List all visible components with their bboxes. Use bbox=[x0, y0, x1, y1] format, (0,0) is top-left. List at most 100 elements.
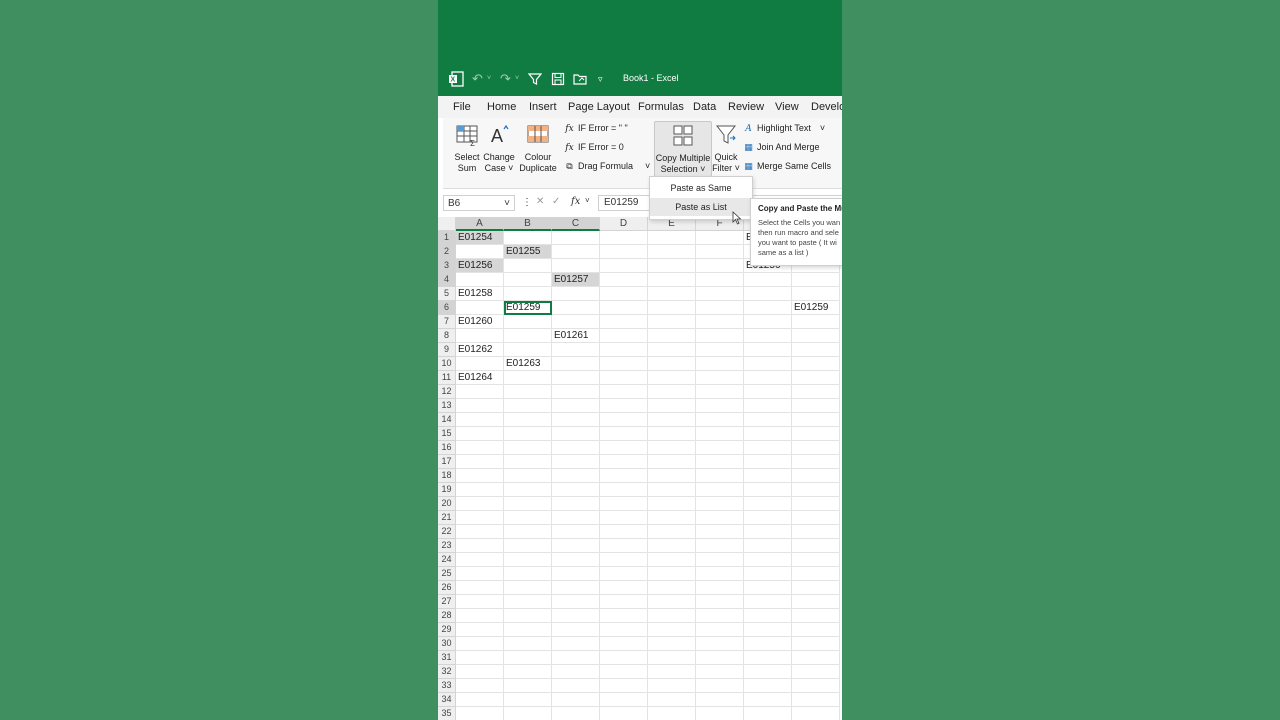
cell-h7[interactable] bbox=[792, 315, 840, 329]
cell-f32[interactable] bbox=[696, 665, 744, 679]
row-header-1[interactable]: 1 bbox=[438, 231, 456, 245]
cell-f16[interactable] bbox=[696, 441, 744, 455]
cell-b11[interactable] bbox=[504, 371, 552, 385]
cell-a13[interactable] bbox=[456, 399, 504, 413]
cell-h14[interactable] bbox=[792, 413, 840, 427]
cell-b34[interactable] bbox=[504, 693, 552, 707]
cell-c33[interactable] bbox=[552, 679, 600, 693]
change-case-button[interactable]: A Change Case ˅ bbox=[483, 122, 515, 174]
cell-e20[interactable] bbox=[648, 497, 696, 511]
cell-d34[interactable] bbox=[600, 693, 648, 707]
cell-d15[interactable] bbox=[600, 427, 648, 441]
cell-d27[interactable] bbox=[600, 595, 648, 609]
cell-f4[interactable] bbox=[696, 273, 744, 287]
cell-f19[interactable] bbox=[696, 483, 744, 497]
cell-a6[interactable] bbox=[456, 301, 504, 315]
cell-d11[interactable] bbox=[600, 371, 648, 385]
cell-g19[interactable] bbox=[744, 483, 792, 497]
cell-b8[interactable] bbox=[504, 329, 552, 343]
cell-f6[interactable] bbox=[696, 301, 744, 315]
cell-h17[interactable] bbox=[792, 455, 840, 469]
cell-f30[interactable] bbox=[696, 637, 744, 651]
copy-multiple-selection-button[interactable]: Copy Multiple Selection ˅ bbox=[654, 121, 712, 177]
cell-g17[interactable] bbox=[744, 455, 792, 469]
name-box[interactable]: B6 ˅ bbox=[443, 195, 515, 211]
cell-g15[interactable] bbox=[744, 427, 792, 441]
cell-g9[interactable] bbox=[744, 343, 792, 357]
cell-g34[interactable] bbox=[744, 693, 792, 707]
merge-same-cells-button[interactable]: ▦ Merge Same Cells bbox=[742, 161, 831, 172]
cell-f11[interactable] bbox=[696, 371, 744, 385]
cell-e12[interactable] bbox=[648, 385, 696, 399]
cell-g21[interactable] bbox=[744, 511, 792, 525]
cell-e14[interactable] bbox=[648, 413, 696, 427]
cell-g12[interactable] bbox=[744, 385, 792, 399]
row-header-24[interactable]: 24 bbox=[438, 553, 456, 567]
cell-f15[interactable] bbox=[696, 427, 744, 441]
cell-c19[interactable] bbox=[552, 483, 600, 497]
cell-h16[interactable] bbox=[792, 441, 840, 455]
row-header-14[interactable]: 14 bbox=[438, 413, 456, 427]
cell-c6[interactable] bbox=[552, 301, 600, 315]
cell-e17[interactable] bbox=[648, 455, 696, 469]
cell-c27[interactable] bbox=[552, 595, 600, 609]
cell-e10[interactable] bbox=[648, 357, 696, 371]
cell-d12[interactable] bbox=[600, 385, 648, 399]
cell-h21[interactable] bbox=[792, 511, 840, 525]
row-header-33[interactable]: 33 bbox=[438, 679, 456, 693]
colour-duplicate-button[interactable]: Colour Duplicate bbox=[517, 122, 559, 174]
cell-d16[interactable] bbox=[600, 441, 648, 455]
cell-f12[interactable] bbox=[696, 385, 744, 399]
cell-a9[interactable]: E01262 bbox=[456, 343, 504, 357]
cell-d2[interactable] bbox=[600, 245, 648, 259]
cell-b33[interactable] bbox=[504, 679, 552, 693]
row-header-34[interactable]: 34 bbox=[438, 693, 456, 707]
cell-h15[interactable] bbox=[792, 427, 840, 441]
cell-f28[interactable] bbox=[696, 609, 744, 623]
if-error-zero-button[interactable]: fx IF Error = 0 bbox=[563, 142, 623, 153]
cell-g16[interactable] bbox=[744, 441, 792, 455]
row-header-20[interactable]: 20 bbox=[438, 497, 456, 511]
column-header-c[interactable]: C bbox=[552, 217, 600, 231]
cell-b15[interactable] bbox=[504, 427, 552, 441]
cell-f21[interactable] bbox=[696, 511, 744, 525]
cell-h4[interactable] bbox=[792, 273, 840, 287]
cell-h23[interactable] bbox=[792, 539, 840, 553]
cell-c26[interactable] bbox=[552, 581, 600, 595]
cell-c10[interactable] bbox=[552, 357, 600, 371]
cell-f25[interactable] bbox=[696, 567, 744, 581]
cell-e27[interactable] bbox=[648, 595, 696, 609]
cell-g20[interactable] bbox=[744, 497, 792, 511]
cell-f7[interactable] bbox=[696, 315, 744, 329]
cell-a12[interactable] bbox=[456, 385, 504, 399]
cell-b28[interactable] bbox=[504, 609, 552, 623]
cell-b12[interactable] bbox=[504, 385, 552, 399]
cell-a16[interactable] bbox=[456, 441, 504, 455]
cell-d18[interactable] bbox=[600, 469, 648, 483]
undo-dropdown-icon[interactable]: ˅ bbox=[487, 71, 491, 87]
cell-b27[interactable] bbox=[504, 595, 552, 609]
row-header-7[interactable]: 7 bbox=[438, 315, 456, 329]
cell-f13[interactable] bbox=[696, 399, 744, 413]
cell-c1[interactable] bbox=[552, 231, 600, 245]
menu-file[interactable]: File bbox=[453, 101, 471, 113]
cell-b7[interactable] bbox=[504, 315, 552, 329]
row-header-23[interactable]: 23 bbox=[438, 539, 456, 553]
menu-view[interactable]: View bbox=[775, 101, 799, 113]
cell-f26[interactable] bbox=[696, 581, 744, 595]
cell-d32[interactable] bbox=[600, 665, 648, 679]
cell-a3[interactable]: E01256 bbox=[456, 259, 504, 273]
cell-a33[interactable] bbox=[456, 679, 504, 693]
cell-e23[interactable] bbox=[648, 539, 696, 553]
cell-e9[interactable] bbox=[648, 343, 696, 357]
redo-icon[interactable]: ↷ bbox=[500, 71, 511, 87]
cell-d25[interactable] bbox=[600, 567, 648, 581]
cell-b24[interactable] bbox=[504, 553, 552, 567]
cell-d13[interactable] bbox=[600, 399, 648, 413]
cell-e33[interactable] bbox=[648, 679, 696, 693]
cell-g13[interactable] bbox=[744, 399, 792, 413]
cell-b19[interactable] bbox=[504, 483, 552, 497]
cell-g24[interactable] bbox=[744, 553, 792, 567]
enter-icon[interactable]: ✓ bbox=[552, 196, 560, 207]
drag-formula-button[interactable]: ⧉ Drag Formula ˅ bbox=[563, 161, 650, 172]
